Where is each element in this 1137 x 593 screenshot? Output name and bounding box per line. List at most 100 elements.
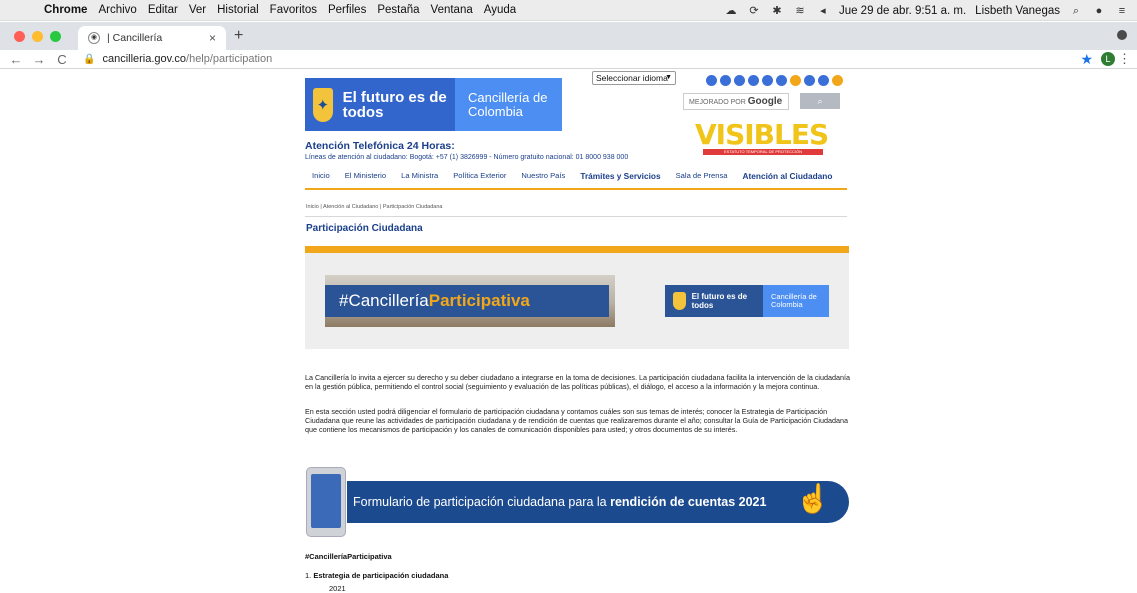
banner-hashtag-prefix: #Cancillería xyxy=(339,291,429,310)
list-item-label: Estrategia de participación ciudadana xyxy=(313,571,449,580)
control-center-icon[interactable]: ≡ xyxy=(1115,5,1129,17)
zoom-window-button[interactable] xyxy=(50,31,61,42)
tab-search-icon[interactable] xyxy=(1117,30,1127,40)
flickr-icon[interactable] xyxy=(748,75,759,86)
url-host: cancilleria.gov.co xyxy=(102,53,187,65)
nav-inicio[interactable]: Inicio xyxy=(312,171,330,181)
phone-mockup-icon xyxy=(306,467,346,537)
youtube-icon[interactable] xyxy=(762,75,773,86)
search-input[interactable]: MEJORADO POR Google xyxy=(683,93,789,110)
favicon-icon: ◉ xyxy=(88,32,100,44)
list-item[interactable]: 1. Estrategia de participación ciudadana xyxy=(305,571,448,580)
banner-brand-right-text: Cancillería de Colombia xyxy=(763,285,829,317)
menu-item-favoritos[interactable]: Favoritos xyxy=(270,4,317,16)
brand-left: ✦ El futuro es de todos xyxy=(305,78,455,131)
facebook-icon[interactable] xyxy=(734,75,745,86)
menu-item-ventana[interactable]: Ventana xyxy=(431,4,473,16)
google-brand: Google xyxy=(747,96,783,107)
search-powered-label: MEJORADO POR xyxy=(689,99,746,106)
breadcrumb[interactable]: Inicio | Atención al Ciudadano | Partici… xyxy=(306,204,442,210)
banner-brand-left-text: El futuro es de todos xyxy=(691,292,748,310)
intro-paragraph: La Cancillería lo invita a ejercer su de… xyxy=(305,373,850,391)
sound-icon[interactable] xyxy=(776,75,787,86)
nav-el-ministerio[interactable]: El Ministerio xyxy=(345,171,386,181)
nav-sala-de-prensa[interactable]: Sala de Prensa xyxy=(676,171,728,181)
lock-icon[interactable]: 🔒 xyxy=(83,54,95,65)
phone-info: Atención Telefónica 24 Horas: Líneas de … xyxy=(305,140,628,161)
menu-item-perfiles[interactable]: Perfiles xyxy=(328,4,366,16)
visibles-wordmark: VISIBLES xyxy=(695,118,829,151)
hashtag-heading: #CancilleríaParticipativa xyxy=(305,552,392,561)
url-path: /help/participation xyxy=(186,53,273,65)
close-tab-icon[interactable]: × xyxy=(209,31,216,45)
social-links xyxy=(706,75,843,86)
brand-logo[interactable]: ✦ El futuro es de todos Cancillería de C… xyxy=(305,78,562,131)
brand-left-text: El futuro es de todos xyxy=(342,88,447,121)
coat-of-arms-icon: ✦ xyxy=(313,87,333,122)
email-icon[interactable] xyxy=(818,75,829,86)
tab-cancilleria[interactable]: ◉ | Cancillería × xyxy=(78,26,226,50)
nav-atencion-ciudadano[interactable]: Atención al Ciudadano xyxy=(743,171,833,181)
nav-tramites-servicios[interactable]: Trámites y Servicios xyxy=(580,171,660,181)
year-link[interactable]: 2021 xyxy=(329,584,346,593)
bookmark-star-icon[interactable]: ★ xyxy=(1080,51,1093,68)
menu-item-pestana[interactable]: Pestaña xyxy=(377,4,419,16)
new-tab-button[interactable]: + xyxy=(234,27,243,45)
browser-toolbar: ← → C 🔒 cancilleria.gov.co/help/particip… xyxy=(0,50,1137,69)
menu-item-historial[interactable]: Historial xyxy=(217,4,259,16)
profile-avatar[interactable]: L xyxy=(1101,52,1115,66)
main-nav: Inicio El Ministerio La Ministra Polític… xyxy=(312,171,847,181)
browser-tab-strip: ◉ | Cancillería × + xyxy=(0,22,1137,50)
maps-icon[interactable] xyxy=(804,75,815,86)
menu-item-ayuda[interactable]: Ayuda xyxy=(484,4,516,16)
close-window-button[interactable] xyxy=(14,31,25,42)
more-menu-icon[interactable]: ⋮ xyxy=(1118,51,1131,67)
volume-icon[interactable]: ◂ xyxy=(816,5,830,17)
bluetooth-icon[interactable]: ✱ xyxy=(770,5,784,17)
nav-nuestro-pais[interactable]: Nuestro País xyxy=(521,171,565,181)
minimize-window-button[interactable] xyxy=(32,31,43,42)
banner-hashtag: #CancilleríaParticipativa xyxy=(325,285,609,317)
web-icon[interactable] xyxy=(832,75,843,86)
cta-text: Formulario de participación ciudadana pa… xyxy=(353,495,607,509)
breadcrumb-divider xyxy=(305,216,847,217)
participation-banner[interactable]: #CancilleríaParticipativa El futuro es d… xyxy=(305,253,849,349)
address-bar[interactable]: cancilleria.gov.co/help/participation xyxy=(102,53,272,65)
wifi-icon[interactable]: ≋ xyxy=(793,5,807,17)
siri-icon[interactable]: ● xyxy=(1092,5,1106,17)
back-icon[interactable]: ← xyxy=(9,52,23,67)
rss-icon[interactable] xyxy=(790,75,801,86)
page-title: Participación Ciudadana xyxy=(306,223,423,234)
sync-icon[interactable]: ⟳ xyxy=(747,5,761,17)
visibles-logo[interactable]: VISIBLES ESTATUTO TEMPORAL DE PROTECCIÓN xyxy=(695,120,845,156)
search-button[interactable]: ⌕ xyxy=(800,93,840,109)
clock[interactable]: Jue 29 de abr. 9:51 a. m. xyxy=(839,5,966,17)
window-controls xyxy=(14,31,61,42)
banner-brand-left: El futuro es de todos xyxy=(665,285,763,317)
menu-item-ver[interactable]: Ver xyxy=(189,4,206,16)
language-select-value: Seleccionar idioma xyxy=(596,73,668,83)
coat-of-arms-icon xyxy=(673,292,686,310)
os-menu-bar: Chrome Archivo Editar Ver Historial Favo… xyxy=(0,0,1137,21)
cta-bar: Formulario de participación ciudadana pa… xyxy=(347,481,849,523)
phone-screen xyxy=(311,474,341,528)
twitter-icon[interactable] xyxy=(706,75,717,86)
banner-accent-bar xyxy=(305,246,849,253)
extensions-icon[interactable]: ☁ xyxy=(724,5,738,17)
nav-la-ministra[interactable]: La Ministra xyxy=(401,171,438,181)
nav-politica-exterior[interactable]: Política Exterior xyxy=(453,171,506,181)
brand-right-text: Cancillería de Colombia xyxy=(455,78,562,131)
instagram-icon[interactable] xyxy=(720,75,731,86)
forward-icon[interactable]: → xyxy=(32,52,46,67)
participation-form-banner[interactable]: Formulario de participación ciudadana pa… xyxy=(305,467,850,537)
spotlight-search-icon[interactable]: ⌕ xyxy=(1069,5,1083,17)
section-paragraph: En esta sección usted podrá diligenciar … xyxy=(305,407,849,434)
menu-item-editar[interactable]: Editar xyxy=(148,4,178,16)
nav-divider xyxy=(305,188,847,190)
menu-item-archivo[interactable]: Archivo xyxy=(98,4,136,16)
menu-app-name[interactable]: Chrome xyxy=(44,4,87,16)
reload-icon[interactable]: C xyxy=(55,52,69,67)
phone-lines: Líneas de atención al ciudadano: Bogotá:… xyxy=(305,154,629,161)
user-name[interactable]: Lisbeth Vanegas xyxy=(975,5,1060,17)
language-select[interactable]: Seleccionar idioma ▼ xyxy=(592,71,676,85)
